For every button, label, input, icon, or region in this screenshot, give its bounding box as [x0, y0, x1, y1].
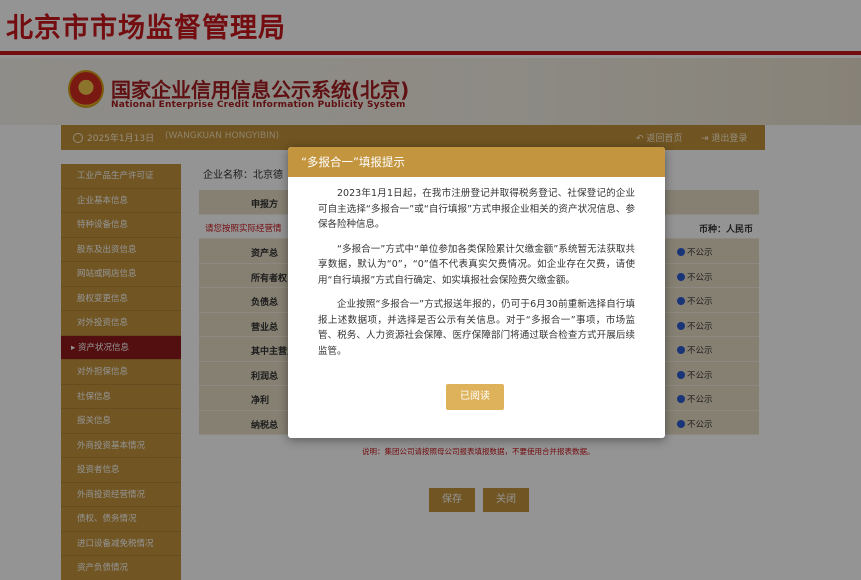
dialog-paragraph: 2023年1月1日起，在我市注册登记并取得税务登记、社保登记的企业可自主选择“多…	[318, 188, 635, 230]
acknowledge-button[interactable]: 已阅读	[446, 384, 504, 410]
dialog-body: 2023年1月1日起，在我市注册登记并取得税务登记、社保登记的企业可自主选择“多…	[288, 177, 665, 359]
dialog-paragraph: 企业按照“多报合一”方式报送年报的，仍可于6月30前重新选择自行填报上述数据项，…	[318, 299, 635, 357]
notice-dialog: “多报合一”填报提示 2023年1月1日起，在我市注册登记并取得税务登记、社保登…	[288, 147, 665, 438]
dialog-title: “多报合一”填报提示	[288, 147, 665, 177]
dialog-paragraph: “多报合一”方式中“单位参加各类保险累计欠缴金额”系统暂无法获取共享数据，默认为…	[318, 243, 635, 286]
